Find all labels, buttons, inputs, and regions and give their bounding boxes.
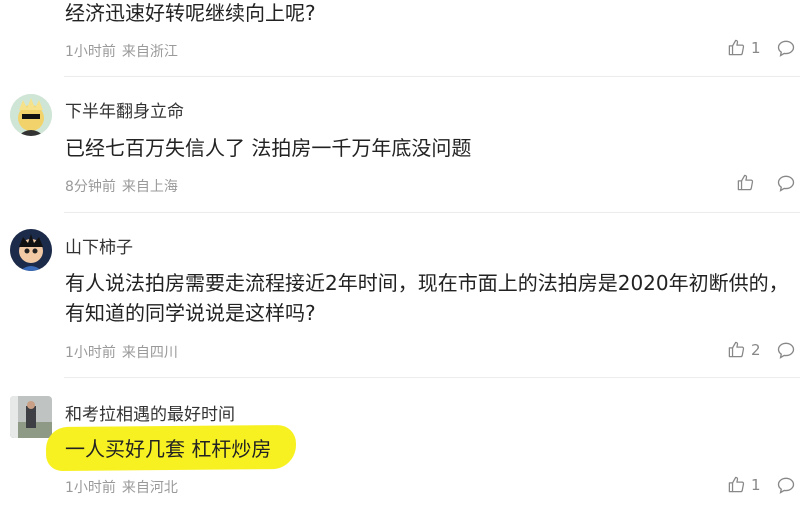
comment-time: 8分钟前: [65, 179, 116, 195]
comment-meta: 1小时前 来自四川: [65, 342, 184, 362]
like-button[interactable]: 1: [727, 38, 761, 57]
thumbs-up-icon: [728, 341, 745, 358]
comment-content: 一人买好几套 杠杆炒房: [65, 437, 272, 461]
divider: [64, 212, 800, 213]
like-button[interactable]: 2: [727, 340, 761, 359]
reply-icon[interactable]: [776, 340, 796, 360]
comment-username[interactable]: 和考拉相遇的最好时间: [65, 400, 235, 425]
like-button[interactable]: [736, 173, 760, 192]
divider: [64, 76, 800, 77]
comment-location: 来自浙江: [121, 44, 178, 60]
avatar-image: [10, 229, 52, 271]
comment-content: 经济迅速好转呢继续向上呢?: [65, 1, 316, 25]
comment-content: 已经七百万失信人了 法拍房一千万年底没问题: [65, 136, 472, 160]
avatar[interactable]: [10, 229, 52, 271]
comment-time: 1小时前: [65, 44, 116, 60]
comment-time: 1小时前: [65, 480, 116, 496]
comment-time: 1小时前: [65, 345, 116, 361]
comment-username[interactable]: 山下柿子: [65, 233, 133, 258]
like-count: 1: [751, 38, 761, 57]
reply-icon[interactable]: [776, 173, 796, 193]
reply-icon[interactable]: [776, 475, 796, 495]
thumbs-up-icon: [728, 39, 745, 56]
thumbs-up-icon: [728, 476, 745, 493]
comment-location: 来自四川: [121, 345, 178, 361]
comment-username[interactable]: 下半年翻身立命: [65, 97, 184, 122]
divider: [64, 377, 800, 378]
comment-location: 来自上海: [121, 179, 178, 195]
comment-meta: 8分钟前 来自上海: [65, 176, 184, 196]
thumbs-up-icon: [737, 174, 754, 191]
avatar-image: [10, 396, 52, 438]
comment-content: 有人说法拍房需要走流程接近2年时间，现在市面上的法拍房是2020年初断供的，有知…: [65, 271, 789, 325]
avatar-image: [10, 94, 52, 136]
reply-icon[interactable]: [776, 38, 796, 58]
like-button[interactable]: 1: [727, 475, 761, 494]
comment-meta: 1小时前 来自河北: [65, 477, 184, 497]
comment-location: 来自河北: [121, 480, 178, 496]
like-count: 1: [751, 475, 761, 494]
like-count: 2: [751, 340, 761, 359]
comment-meta: 1小时前 来自浙江: [65, 41, 184, 61]
avatar[interactable]: [10, 396, 52, 438]
avatar[interactable]: [10, 94, 52, 136]
